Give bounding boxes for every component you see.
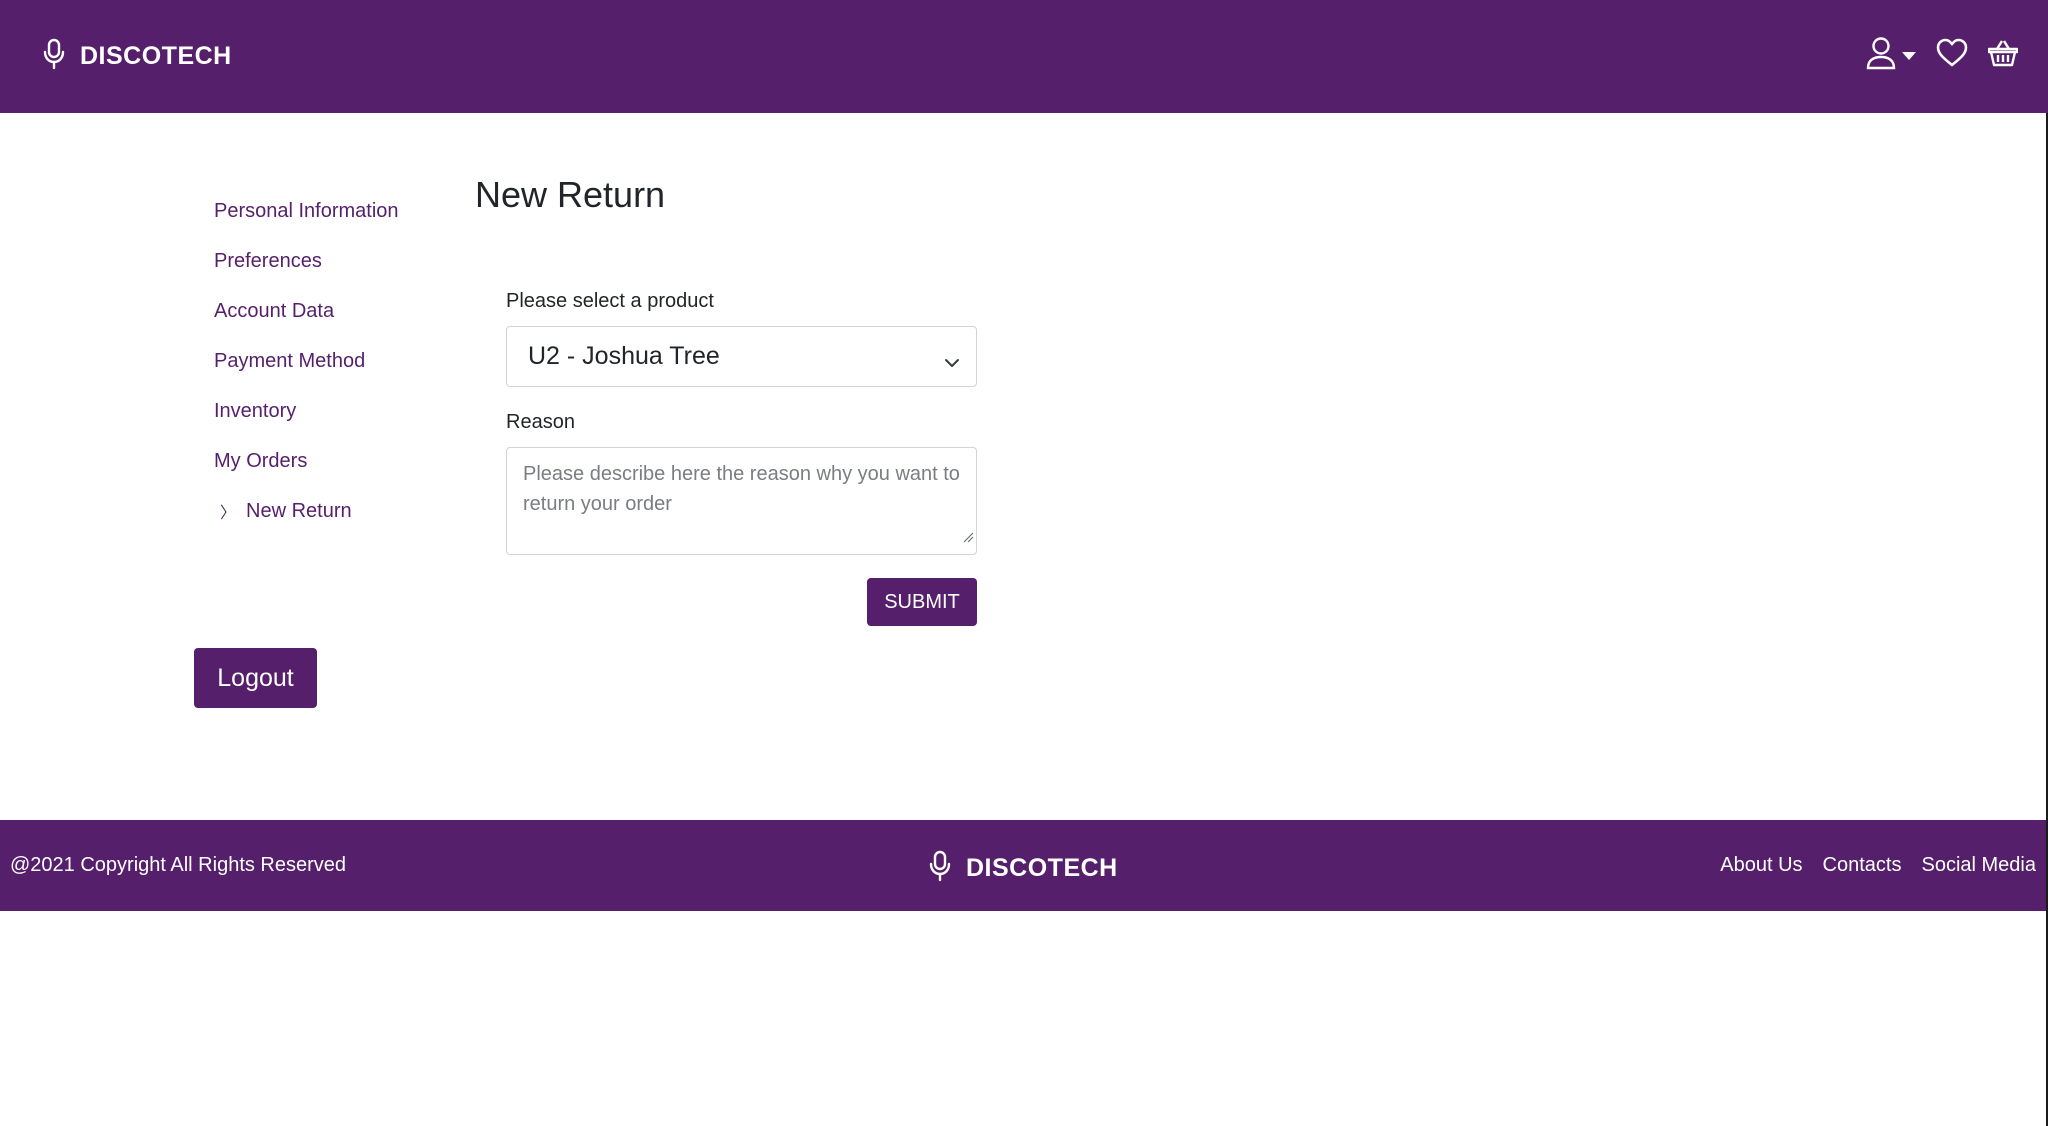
chevron-right-icon: 〉	[220, 505, 237, 522]
sidebar-item-label: Inventory	[214, 399, 297, 422]
sidebar-item-my-orders[interactable]: My Orders	[214, 436, 399, 486]
page-title: New Return	[475, 174, 666, 215]
sidebar-item-label: Preferences	[214, 249, 322, 272]
footer-link-contacts[interactable]: Contacts	[1823, 854, 1902, 877]
sidebar-item-label: My Orders	[214, 449, 308, 472]
product-select[interactable]: U2 - Joshua Tree	[506, 326, 977, 387]
logout-button[interactable]: Logout	[194, 648, 317, 708]
sidebar-item-preferences[interactable]: Preferences	[214, 236, 399, 286]
footer: @2021 Copyright All Rights Reserved DISC…	[0, 820, 2048, 911]
account-sidebar: Personal Information Preferences Account…	[214, 186, 399, 536]
sidebar-item-inventory[interactable]: Inventory	[214, 386, 399, 436]
footer-brand-logo[interactable]: DISCOTECH	[928, 850, 1118, 887]
sidebar-item-label: New Return	[246, 499, 352, 522]
account-menu[interactable]	[1866, 36, 1916, 75]
footer-link-about-us[interactable]: About Us	[1720, 854, 1802, 877]
header-actions	[1846, 36, 2019, 75]
sidebar-item-new-return[interactable]: 〉 New Return	[214, 486, 399, 536]
footer-link-social-media[interactable]: Social Media	[1921, 854, 2036, 877]
resize-grip-icon[interactable]	[962, 522, 974, 552]
sidebar-item-label: Personal Information	[214, 199, 399, 222]
wishlist-button[interactable]	[1936, 38, 1968, 73]
brand-name: DISCOTECH	[80, 42, 232, 70]
cart-button[interactable]	[1987, 39, 2019, 72]
top-navbar: DISCOTECH	[0, 0, 2048, 113]
product-select-value: U2 - Joshua Tree	[528, 342, 720, 370]
chevron-down-icon	[944, 349, 960, 378]
sidebar-item-payment-method[interactable]: Payment Method	[214, 336, 399, 386]
user-icon	[1866, 36, 1896, 75]
copyright-text: @2021 Copyright All Rights Reserved	[10, 854, 347, 876]
basket-icon	[1987, 39, 2019, 72]
sidebar-item-label: Account Data	[214, 299, 335, 322]
sidebar-item-personal-information[interactable]: Personal Information	[214, 186, 399, 236]
submit-button[interactable]: SUBMIT	[867, 578, 977, 626]
product-label: Please select a product	[506, 290, 714, 312]
heart-icon	[1936, 38, 1968, 73]
sidebar-item-account-data[interactable]: Account Data	[214, 286, 399, 336]
caret-down-icon	[1902, 47, 1916, 65]
footer-brand-name: DISCOTECH	[966, 854, 1118, 882]
brand-logo[interactable]: DISCOTECH	[42, 38, 232, 75]
microphone-icon	[928, 850, 952, 887]
return-form: Please select a product U2 - Joshua Tree…	[506, 290, 977, 626]
footer-links: About Us Contacts Social Media	[1700, 854, 2036, 877]
reason-label: Reason	[506, 411, 575, 433]
reason-textarea[interactable]: Please describe here the reason why you …	[506, 447, 977, 555]
microphone-icon	[42, 38, 66, 75]
sidebar-item-label: Payment Method	[214, 349, 366, 372]
reason-placeholder: Please describe here the reason why you …	[523, 463, 960, 515]
